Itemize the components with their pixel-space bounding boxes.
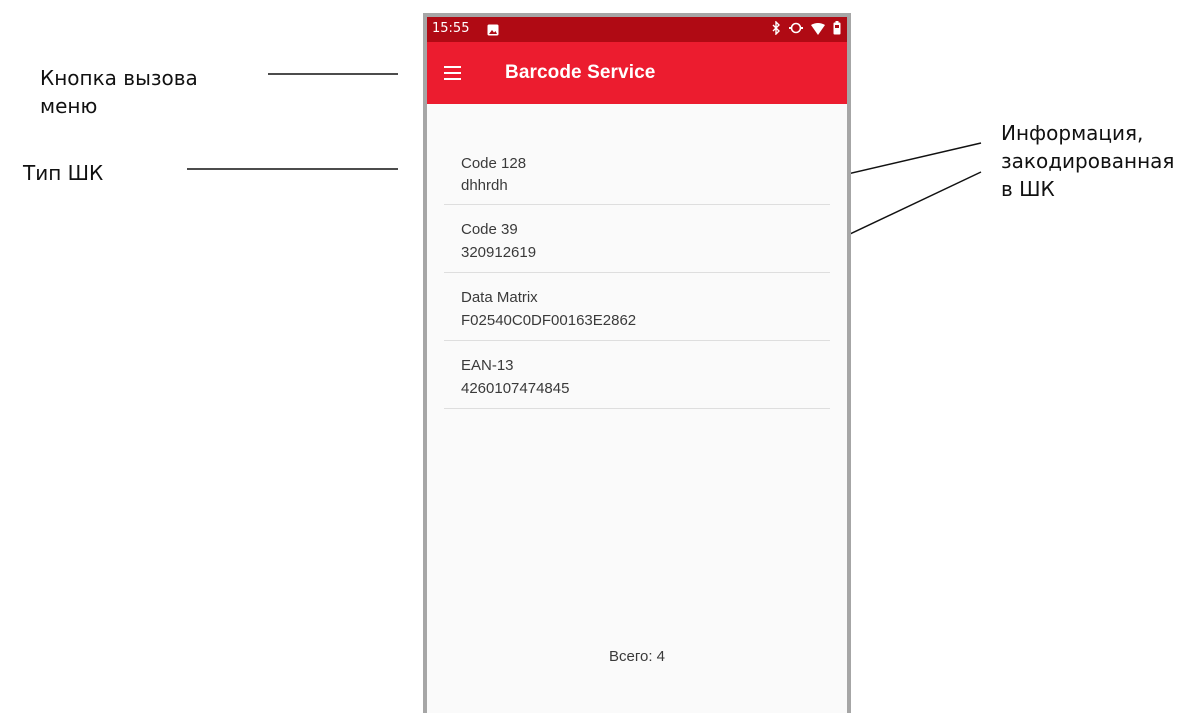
phone-screen: 15:55 Barcode Service Code 128 dhhrdh Co… [427, 17, 847, 713]
barcode-list-item[interactable]: Data Matrix F02540C0DF00163E2862 [444, 273, 830, 341]
barcode-list-item[interactable]: EAN-13 4260107474845 [444, 341, 830, 409]
barcode-value: dhhrdh [461, 177, 508, 194]
annotation-encoded-info: Информация, закодированная в ШК [1001, 121, 1175, 201]
status-icons [771, 20, 841, 38]
phone-frame: 15:55 Barcode Service Code 128 dhhrdh Co… [423, 13, 851, 713]
app-bar: Barcode Service [427, 42, 847, 104]
battery-icon [833, 21, 841, 38]
image-icon [487, 23, 499, 36]
barcode-value: 4260107474845 [461, 380, 570, 397]
wifi-icon [811, 22, 825, 38]
barcode-list-item[interactable]: Code 128 dhhrdh [444, 137, 830, 205]
barcode-type: Data Matrix [461, 289, 538, 306]
total-count: Всего: 4 [608, 648, 665, 665]
annotation-menu-button: Кнопка вызова меню [40, 66, 198, 118]
barcode-list-item[interactable]: Code 39 320912619 [444, 205, 830, 273]
barcode-type: Code 128 [461, 155, 527, 172]
canvas: Кнопка вызова меню Тип ШК Информация, за… [0, 0, 1186, 713]
status-time: 15:55 [432, 21, 470, 36]
annotation-barcode-type: Тип ШК [23, 161, 104, 185]
barcode-list: Code 128 dhhrdh Code 39 320912619 Data M… [444, 137, 830, 409]
barcode-type: EAN-13 [461, 357, 514, 374]
sync-icon [789, 21, 803, 38]
hamburger-menu-icon[interactable] [441, 59, 469, 87]
barcode-value: 320912619 [461, 244, 537, 261]
status-bar: 15:55 [427, 17, 847, 42]
barcode-type: Code 39 [461, 221, 518, 238]
app-title: Barcode Service [505, 62, 656, 83]
barcode-value: F02540C0DF00163E2862 [461, 312, 637, 329]
bluetooth-icon [771, 20, 781, 38]
